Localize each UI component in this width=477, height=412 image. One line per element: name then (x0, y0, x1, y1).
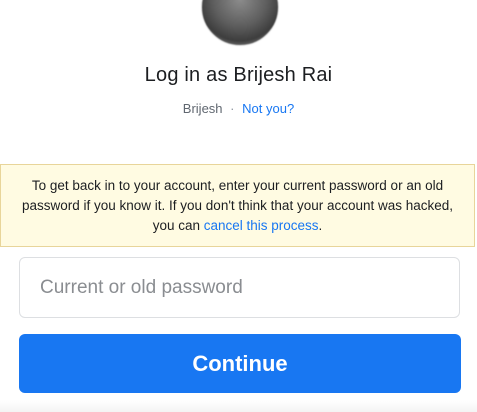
account-recovery-notice: To get back in to your account, enter yo… (0, 164, 475, 247)
avatar (201, 0, 279, 46)
page-title: Log in as Brijesh Rai (144, 64, 333, 86)
notice-text-end: . (318, 218, 323, 233)
page-bottom-edge (0, 400, 477, 412)
password-input[interactable] (19, 257, 460, 318)
not-you-link[interactable]: Not you? (242, 101, 294, 116)
login-page: Log in as Brijesh Rai Brijesh · Not you?… (0, 0, 477, 412)
username-label: Brijesh (182, 101, 223, 116)
cancel-process-link[interactable]: cancel this process (204, 218, 319, 233)
separator-dot: · (230, 101, 235, 116)
continue-button[interactable]: Continue (19, 334, 461, 393)
account-identity-line: Brijesh · Not you? (0, 101, 477, 116)
